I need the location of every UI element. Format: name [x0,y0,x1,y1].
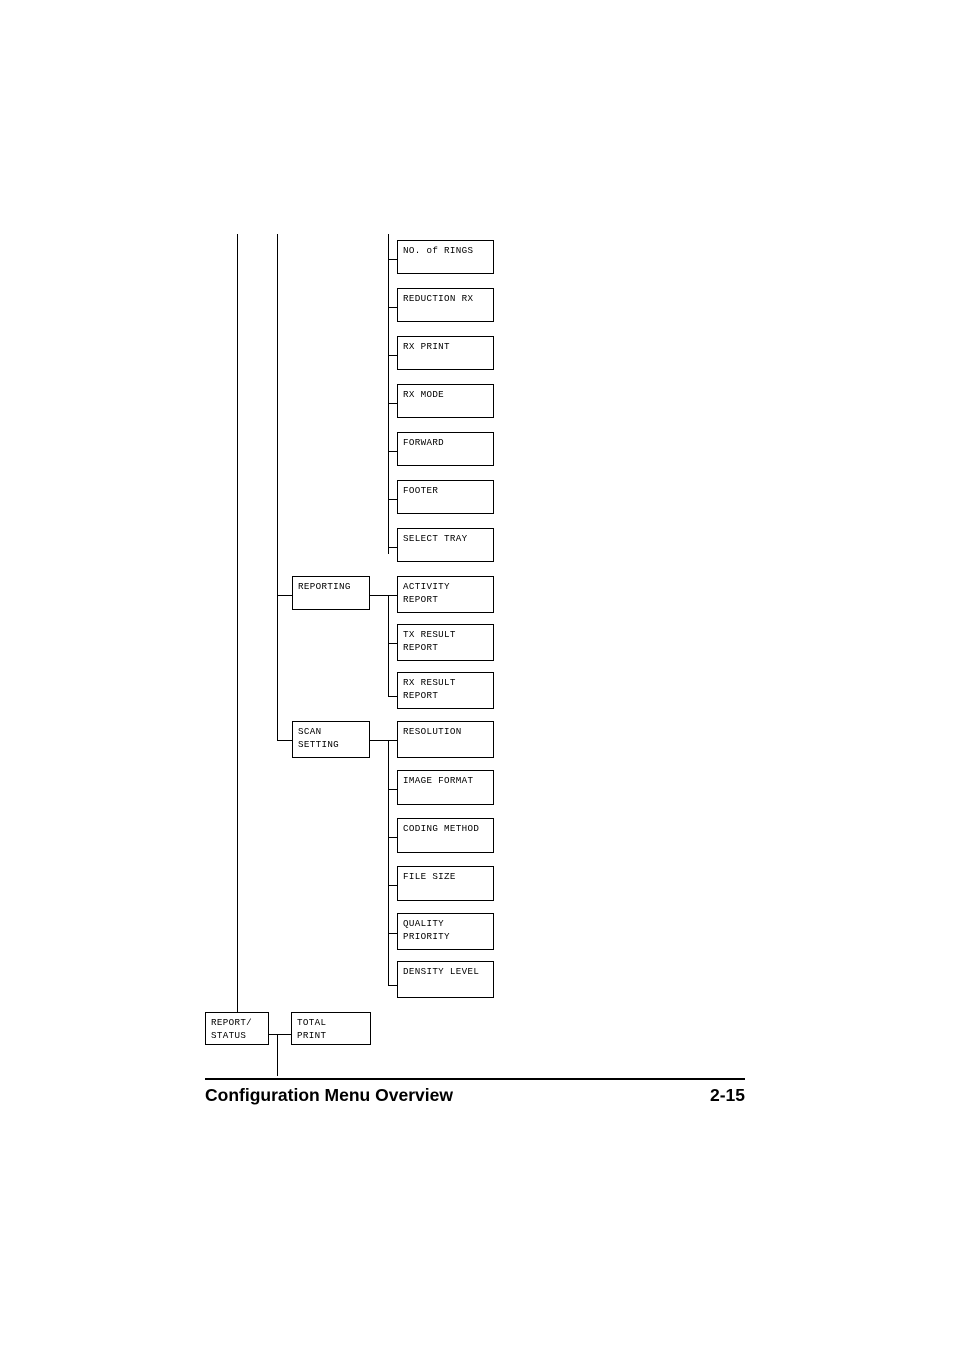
menu-node-forward[interactable]: FORWARD [397,432,494,466]
fax-branch-spine-line [277,234,278,740]
menu-node-select-tray[interactable]: SELECT TRAY [397,528,494,562]
menu-node-coding-method[interactable]: CODING METHOD [397,818,494,853]
connector-stub [277,595,293,596]
reporting-group-spine [388,595,389,696]
footer-divider [205,1078,745,1080]
menu-node-resolution[interactable]: RESOLUTION [397,721,494,758]
rx-settings-group-spine [388,234,389,554]
menu-node-file-size[interactable]: FILE SIZE [397,866,494,901]
connector-stub [277,740,293,741]
menu-node-density-level[interactable]: DENSITY LEVEL [397,961,494,998]
document-page: NO. of RINGS REDUCTION RX RX PRINT RX MO… [0,0,954,1350]
menu-node-quality-priority[interactable]: QUALITY PRIORITY [397,913,494,950]
connector-parent-to-children [370,740,389,741]
continuation-spine-line [277,1034,278,1076]
menu-node-image-format[interactable]: IMAGE FORMAT [397,770,494,805]
menu-node-activity-report[interactable]: ACTIVITY REPORT [397,576,494,613]
scan-setting-group-spine [388,740,389,985]
menu-node-total-print[interactable]: TOTAL PRINT [291,1012,371,1045]
menu-node-rx-mode[interactable]: RX MODE [397,384,494,418]
footer-title: Configuration Menu Overview [205,1085,453,1105]
menu-node-footer[interactable]: FOOTER [397,480,494,514]
menu-node-no-of-rings[interactable]: NO. of RINGS [397,240,494,274]
menu-node-tx-result-report[interactable]: TX RESULT REPORT [397,624,494,661]
menu-node-report-status[interactable]: REPORT/ STATUS [205,1012,269,1045]
menu-node-reporting[interactable]: REPORTING [292,576,370,610]
menu-node-rx-print[interactable]: RX PRINT [397,336,494,370]
footer-page-number: 2-15 [709,1085,745,1105]
connector-parent-to-children [269,1034,292,1035]
menu-node-rx-result-report[interactable]: RX RESULT REPORT [397,672,494,709]
connector-parent-to-children [370,595,389,596]
menu-node-scan-setting[interactable]: SCAN SETTING [292,721,370,758]
menu-node-reduction-rx[interactable]: REDUCTION RX [397,288,494,322]
root-spine-line [237,234,238,1012]
